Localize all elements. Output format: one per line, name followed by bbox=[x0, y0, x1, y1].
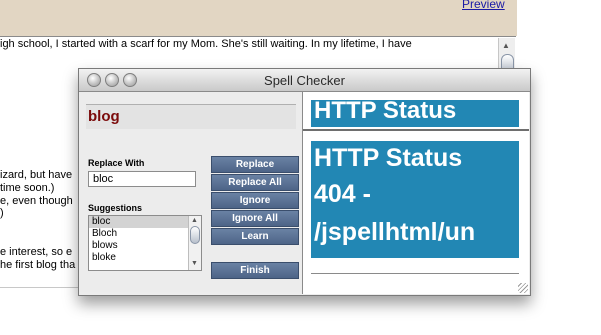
preview-link[interactable]: Preview bbox=[462, 0, 505, 11]
replace-button[interactable]: Replace bbox=[211, 156, 299, 173]
window-title: Spell Checker bbox=[264, 73, 345, 88]
spell-checker-window: Spell Checker blog Replace With Suggesti… bbox=[78, 68, 531, 296]
editor-line: ) bbox=[0, 207, 4, 219]
finish-button[interactable]: Finish bbox=[211, 262, 299, 279]
error-heading-line: HTTP Status bbox=[314, 144, 463, 172]
editor-line: he first blog tha bbox=[0, 259, 76, 271]
page-header-bar bbox=[0, 0, 517, 36]
misspelled-word: blog bbox=[88, 108, 120, 125]
scroll-down-arrow-icon[interactable]: ▼ bbox=[191, 260, 198, 267]
error-banner: HTTP Status bbox=[311, 100, 519, 127]
suggestion-item[interactable]: Bloch bbox=[89, 228, 201, 240]
suggestions-label: Suggestions bbox=[88, 203, 143, 213]
preview-frame-top[interactable]: HTTP Status bbox=[303, 92, 529, 131]
misspelled-word-box: blog bbox=[86, 104, 296, 129]
preview-pane: HTTP Status HTTP Status 404 - /jspellhtm… bbox=[303, 92, 529, 294]
replace-all-button[interactable]: Replace All bbox=[211, 174, 299, 191]
suggestions-scroll-thumb[interactable] bbox=[190, 226, 200, 244]
suggestion-item[interactable]: blows bbox=[89, 240, 201, 252]
learn-button[interactable]: Learn bbox=[211, 228, 299, 245]
suggestion-item[interactable]: bloke bbox=[89, 252, 201, 264]
suggestions-scrollbar[interactable]: ▲ ▼ bbox=[188, 216, 201, 270]
scroll-up-arrow-icon[interactable]: ▲ bbox=[502, 41, 510, 50]
editor-line: izard, but have bbox=[0, 169, 73, 181]
window-titlebar[interactable]: Spell Checker bbox=[79, 69, 530, 92]
editor-line: igh school, I started with a scarf for m… bbox=[0, 38, 412, 50]
error-heading: HTTP Status bbox=[314, 100, 457, 124]
suggestion-item[interactable]: bloc bbox=[89, 216, 201, 228]
scroll-up-arrow-icon[interactable]: ▲ bbox=[191, 217, 198, 224]
divider-line bbox=[311, 273, 519, 274]
error-heading-line: /jspellhtml/un bbox=[314, 218, 476, 246]
preview-frame-bottom[interactable]: HTTP Status 404 - /jspellhtml/un bbox=[303, 131, 529, 294]
suggestions-list[interactable]: bloc Bloch blows bloke ▲ ▼ bbox=[88, 215, 202, 271]
ignore-all-button[interactable]: Ignore All bbox=[211, 210, 299, 227]
ignore-button[interactable]: Ignore bbox=[211, 192, 299, 209]
replace-with-input[interactable] bbox=[88, 171, 196, 187]
spell-controls-pane: blog Replace With Suggestions bloc Bloch… bbox=[80, 92, 303, 292]
editor-line: e interest, so e bbox=[0, 246, 73, 258]
error-heading-line: 404 - bbox=[314, 180, 371, 208]
editor-line: time soon.) bbox=[0, 182, 55, 194]
editor-line: e, even though bbox=[0, 195, 73, 207]
replace-with-label: Replace With bbox=[88, 158, 145, 168]
resize-grip-icon[interactable] bbox=[518, 283, 528, 293]
error-banner: HTTP Status 404 - /jspellhtml/un bbox=[311, 141, 519, 258]
